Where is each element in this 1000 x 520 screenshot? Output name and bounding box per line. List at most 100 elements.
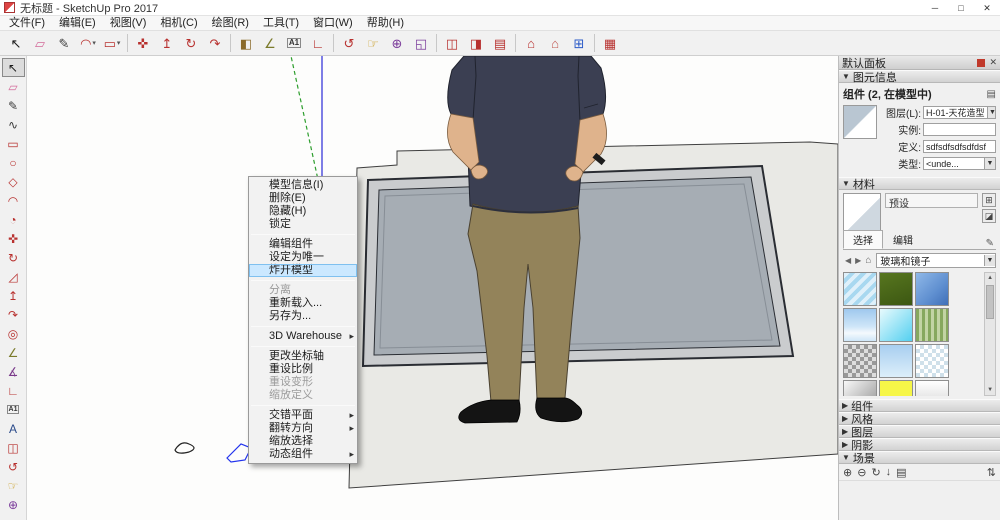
context-item-reload[interactable]: 重新载入... <box>249 297 357 310</box>
scroll-up-icon[interactable]: ▲ <box>987 273 993 283</box>
tool-tape-measure[interactable]: ∠ <box>2 343 25 362</box>
tool-orbit[interactable]: ↺ <box>2 457 25 476</box>
tool-axes[interactable]: ∟ <box>307 33 329 54</box>
context-item-make-unique[interactable]: 设定为唯一 <box>249 251 357 264</box>
update-scene-button[interactable]: ↻ <box>871 466 880 479</box>
context-item-dynamic-components[interactable]: 动态组件▸ <box>249 448 357 461</box>
context-item-reset-skew[interactable]: 重设变形 <box>249 376 357 389</box>
context-item-save-as[interactable]: 另存为... <box>249 310 357 323</box>
tool-zoom[interactable]: ⊕ <box>2 495 25 514</box>
context-item-hide[interactable]: 隐藏(H) <box>249 205 357 218</box>
back-arrow-icon[interactable]: ◀ <box>843 256 853 265</box>
tool-push-pull[interactable]: ↥ <box>156 33 178 54</box>
tool-pan[interactable]: ☞ <box>362 33 384 54</box>
menu-view[interactable]: 视图(V) <box>103 16 154 31</box>
tool-section-display[interactable]: ▤ <box>489 33 511 54</box>
material-swatch-glass-yellow[interactable] <box>879 380 913 396</box>
create-material-button[interactable]: ⊞ <box>982 193 996 207</box>
tool-pencil[interactable]: ✎ <box>2 96 25 115</box>
menu-tools[interactable]: 工具(T) <box>256 16 306 31</box>
tool-text[interactable]: A1 <box>283 33 305 54</box>
tool-shapes[interactable]: ▭▾ <box>101 33 123 54</box>
show-details-button[interactable]: ⇅ <box>987 466 996 479</box>
materials-scrollbar[interactable]: ▲ ▼ <box>984 272 996 396</box>
tool-follow-me[interactable]: ↷ <box>204 33 226 54</box>
material-swatch-glass-dark-green[interactable] <box>879 272 913 306</box>
tool-share-model[interactable]: ⌂ <box>544 33 566 54</box>
tool-scale[interactable]: ◿ <box>2 267 25 286</box>
tab-select[interactable]: 选择 <box>843 230 883 249</box>
context-item-lock[interactable]: 锁定 <box>249 218 357 231</box>
tool-get-models[interactable]: ⌂ <box>520 33 542 54</box>
in-model-icon[interactable]: ⌂ <box>863 255 873 266</box>
tool-pie[interactable]: ◔ <box>2 210 25 229</box>
tray-close-icon[interactable]: ✕ <box>989 57 997 68</box>
tool-zoom-extents[interactable]: ◱ <box>410 33 432 54</box>
tool-paint-bucket[interactable]: ◧ <box>235 33 257 54</box>
tool-rotate[interactable]: ↻ <box>180 33 202 54</box>
tool-offset[interactable]: ◎ <box>2 324 25 343</box>
tool-follow-me[interactable]: ↷ <box>2 305 25 324</box>
tool-eraser[interactable]: ▱ <box>29 33 51 54</box>
forward-arrow-icon[interactable]: ▶ <box>853 256 863 265</box>
menu-camera[interactable]: 相机(C) <box>153 16 204 31</box>
tool-component-options[interactable]: ▦ <box>599 33 621 54</box>
tool-section-fill[interactable]: ◨ <box>465 33 487 54</box>
tool-rectangle[interactable]: ▭ <box>2 134 25 153</box>
context-item-intersect-faces[interactable]: 交错平面▸ <box>249 409 357 422</box>
section-scenes-header[interactable]: ▼ 场景 <box>839 451 1000 464</box>
close-button[interactable]: ✕ <box>974 0 1000 16</box>
scrollbar-thumb[interactable] <box>986 285 994 319</box>
tool-extension-warehouse[interactable]: ⊞ <box>568 33 590 54</box>
material-swatch-checker-gray[interactable] <box>843 344 877 378</box>
tool-pencil[interactable]: ✎ <box>53 33 75 54</box>
section-materials-header[interactable]: ▼ 材料 <box>839 177 1000 190</box>
tool-text[interactable]: A1 <box>2 400 25 419</box>
context-item-3d-warehouse[interactable]: 3D Warehouse▸ <box>249 330 357 343</box>
context-item-flip-along[interactable]: 翻转方向▸ <box>249 422 357 435</box>
context-item-zoom-selection[interactable]: 缩放选择 <box>249 435 357 448</box>
material-swatch-glass-diagonal-blue[interactable] <box>843 272 877 306</box>
menu-draw[interactable]: 绘图(R) <box>205 16 256 31</box>
context-item-delete[interactable]: 删除(E) <box>249 192 357 205</box>
menu-file[interactable]: 文件(F) <box>2 16 52 31</box>
material-swatch-glass-cyan[interactable] <box>879 308 913 342</box>
material-swatch-glass-sky-blue[interactable] <box>879 344 913 378</box>
view-options-button[interactable]: ▤ <box>896 466 906 479</box>
tool-eraser[interactable]: ▱ <box>2 77 25 96</box>
tool-section-plane[interactable]: ◫ <box>441 33 463 54</box>
tool-push-pull[interactable]: ↥ <box>2 286 25 305</box>
menu-window[interactable]: 窗口(W) <box>306 16 360 31</box>
material-swatch-glass-green-stripes[interactable] <box>915 308 949 342</box>
material-swatch-sky-with-cloud[interactable] <box>843 308 877 342</box>
material-swatch-checker-light-blue[interactable] <box>915 344 949 378</box>
entity-details-icon[interactable]: ▤ <box>987 89 996 100</box>
viewport-canvas[interactable]: 模型信息(I)删除(E)隐藏(H)锁定编辑组件设定为唯一炸开模型分离重新载入..… <box>27 56 838 520</box>
menu-edit[interactable]: 编辑(E) <box>52 16 103 31</box>
minimize-button[interactable]: ─ <box>922 0 948 16</box>
add-scene-button[interactable]: ⊕ <box>843 466 852 479</box>
tool-section-plane[interactable]: ◫ <box>2 438 25 457</box>
display-secondary-button[interactable]: ◪ <box>982 209 996 223</box>
tool-move[interactable]: ✜ <box>2 229 25 248</box>
tool-zoom[interactable]: ⊕ <box>386 33 408 54</box>
tool-freehand[interactable]: ∿ <box>2 115 25 134</box>
material-collection-select[interactable]: 玻璃和镜子 ▼ <box>876 253 996 268</box>
tool-3d-text[interactable]: A <box>2 419 25 438</box>
remove-scene-button[interactable]: ⊖ <box>857 466 866 479</box>
tool-polygon[interactable]: ◇ <box>2 172 25 191</box>
context-item-change-axes[interactable]: 更改坐标轴 <box>249 350 357 363</box>
material-swatch-glass-blue-window[interactable] <box>915 272 949 306</box>
material-swatch-mirror-silver[interactable] <box>843 380 877 396</box>
tool-circle[interactable]: ○ <box>2 153 25 172</box>
tool-axes[interactable]: ∟ <box>2 381 25 400</box>
context-item-explode[interactable]: 炸开模型 <box>249 264 357 277</box>
tray-menu-icon[interactable] <box>977 59 985 67</box>
field-definition-input[interactable]: sdfsdfsdfsdfdsf <box>923 140 996 153</box>
scroll-down-icon[interactable]: ▼ <box>987 385 993 395</box>
tool-arc[interactable]: ◠▾ <box>77 33 99 54</box>
maximize-button[interactable]: □ <box>948 0 974 16</box>
tool-protractor[interactable]: ∡ <box>2 362 25 381</box>
tool-select[interactable]: ↖ <box>2 58 25 77</box>
field-instance-input[interactable] <box>923 123 996 136</box>
